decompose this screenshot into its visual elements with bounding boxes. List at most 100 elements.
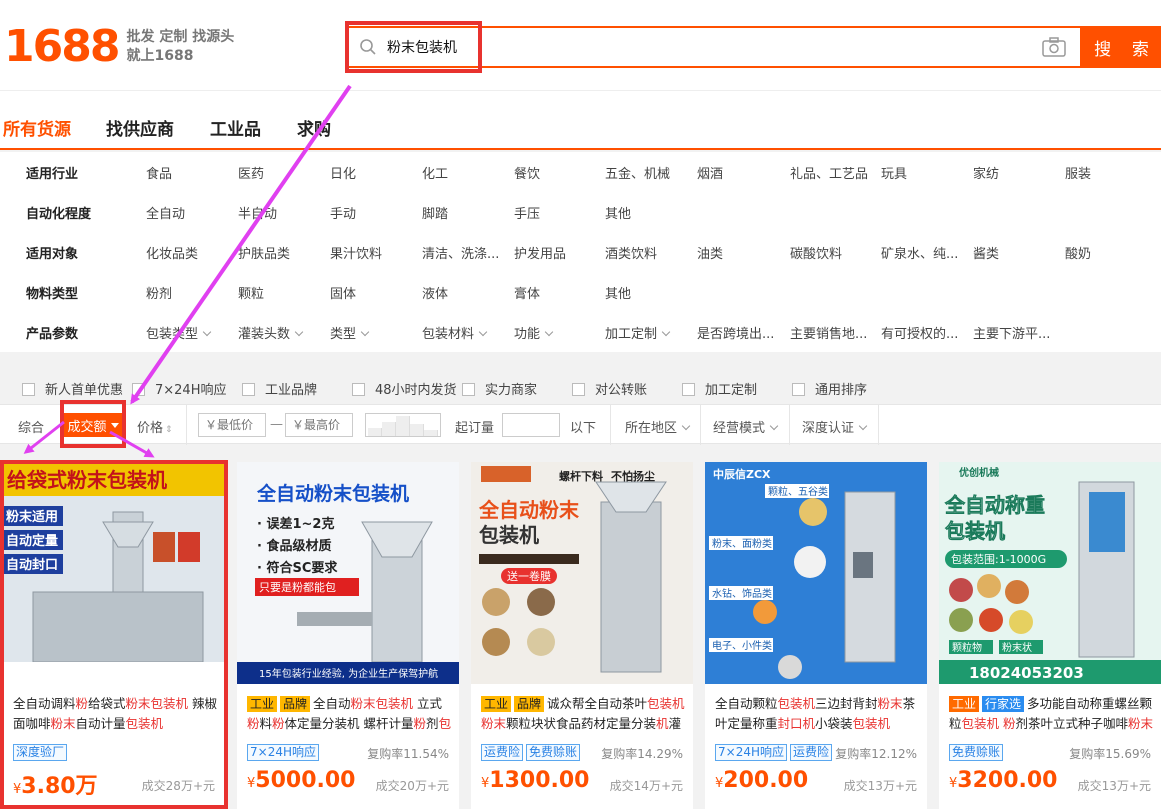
param-dropdown[interactable]: 类型 [330, 323, 370, 342]
filter-option[interactable]: 果汁饮料 [330, 243, 382, 262]
camera-icon[interactable] [1042, 37, 1066, 57]
filter-option[interactable]: 酱类 [973, 243, 999, 262]
filter-option[interactable]: 全自动 [146, 203, 185, 222]
checkbox-industrial-brand[interactable]: 工业品牌 [242, 379, 317, 398]
filter-option[interactable]: 其他 [605, 203, 631, 222]
filter-option[interactable]: 手压 [514, 203, 540, 222]
search-button[interactable]: 搜 索 [1080, 26, 1161, 68]
tab-purchase[interactable]: 求购 [297, 115, 331, 140]
checkbox-custom[interactable]: 加工定制 [682, 379, 757, 398]
filter-option[interactable]: 日化 [330, 163, 356, 182]
filter-option[interactable]: 护肤品类 [238, 243, 290, 262]
filter-option[interactable]: 医药 [238, 163, 264, 182]
title-fragment: 机 [656, 716, 669, 731]
checkbox-strong-merchant[interactable]: 实力商家 [462, 379, 537, 398]
product-title[interactable]: 全自动颗粒包装机三边封背封粉末茶叶定量称重封口机小袋装包装机 [715, 694, 920, 736]
title-fragment: 粉末 [481, 716, 507, 731]
param-dropdown[interactable]: 包装类型 [146, 323, 212, 342]
filter-option[interactable]: 粉剂 [146, 283, 172, 302]
filter-option[interactable]: 化工 [422, 163, 448, 182]
product-image[interactable]: 全自动粉末包装机 · 误差1~2克 · 食品级材质 · 符合SC要求 只要是粉都… [237, 462, 459, 684]
min-price-input[interactable] [198, 413, 266, 437]
param-label: 加工定制 [605, 327, 658, 342]
product-title[interactable]: 工业 品牌 全自动粉末包装机 立式粉料粉体定量分装机 螺杆计量粉剂包 [247, 694, 452, 736]
filter-option[interactable]: 化妆品类 [146, 243, 198, 262]
site-logo[interactable]: 1688 批发 定制 找源头 就上1688 [4, 22, 234, 72]
product-image[interactable]: 中辰信ZCX 颗粒、五谷类 粉末、面粉类 水钻、饰品类 电子、小件类 [705, 462, 927, 684]
filter-option[interactable]: 半自动 [238, 203, 277, 222]
title-fragment: 小袋装 [815, 716, 853, 731]
product-image[interactable]: 优创机械 全自动称重 包装机 包装范围:1-1000G 颗粒物 粉末状 1802… [939, 462, 1161, 684]
product-card[interactable]: 中辰信ZCX 颗粒、五谷类 粉末、面粉类 水钻、饰品类 电子、小件类 全自动颗粒… [705, 462, 927, 809]
filter-label: 适用行业 [26, 167, 79, 182]
checkbox-general-sort[interactable]: 通用排序 [792, 379, 867, 398]
price-distribution-histogram[interactable] [365, 413, 441, 437]
product-card[interactable]: 优创机械 全自动称重 包装机 包装范围:1-1000G 颗粒物 粉末状 1802… [939, 462, 1161, 809]
product-tag: 行家选 [982, 696, 1025, 712]
filter-option[interactable]: 食品 [146, 163, 172, 182]
chevron-down-icon [294, 327, 304, 337]
title-fragment: 封口机 [777, 716, 816, 731]
sort-bar: 综合 成交额 价格⇕ — 起订量 以下 所在地区 经营模式 深度认证 [0, 404, 1161, 445]
chevron-down-icon [202, 327, 212, 337]
filter-option[interactable]: 固体 [330, 283, 356, 302]
filter-option[interactable]: 油类 [697, 243, 723, 262]
param-label: 功能 [514, 327, 541, 342]
chevron-down-icon [681, 421, 691, 431]
checkbox-new-user[interactable]: 新人首单优惠 [22, 379, 123, 398]
filter-option[interactable]: 烟酒 [697, 163, 723, 182]
param-dropdown[interactable]: 灌装头数 [238, 323, 304, 342]
param-dropdown[interactable]: 主要下游平... [973, 323, 1050, 342]
filter-option[interactable]: 酒类饮料 [605, 243, 657, 262]
filter-option[interactable]: 碳酸饮料 [790, 243, 842, 262]
tab-find-suppliers[interactable]: 找供应商 [106, 115, 174, 140]
filter-option[interactable]: 颗粒 [238, 283, 264, 302]
image-headline: 全自动称重 [944, 493, 1045, 517]
filter-option[interactable]: 玩具 [881, 163, 907, 182]
checkbox-48h-ship[interactable]: 48小时内发货 [352, 379, 457, 398]
business-mode-dropdown[interactable]: 经营模式 [713, 417, 779, 436]
filter-option[interactable]: 礼品、工艺品 [790, 163, 868, 182]
filter-option[interactable]: 手动 [330, 203, 356, 222]
moq-input[interactable] [502, 413, 560, 437]
filter-option[interactable]: 矿泉水、纯... [881, 243, 958, 262]
filter-option[interactable]: 膏体 [514, 283, 540, 302]
param-dropdown[interactable]: 包装材料 [422, 323, 488, 342]
max-price-input[interactable] [285, 413, 353, 437]
product-title[interactable]: 工业 行家选 多功能自动称重螺丝颗粒包装机 粉剂茶叶立式种子咖啡粉末 [949, 694, 1154, 736]
location-dropdown[interactable]: 所在地区 [625, 417, 691, 436]
filter-option[interactable]: 家纺 [973, 163, 999, 182]
filter-label: 适用对象 [26, 247, 79, 262]
product-card[interactable]: 螺杆下料 不怕扬尘 全自动粉末 包装机 送一卷膜 工业 品牌 诚众帮全自动茶叶包装机… [471, 462, 693, 809]
product-tag: 工业 [481, 696, 512, 712]
param-dropdown[interactable]: 功能 [514, 323, 554, 342]
filter-option[interactable]: 护发用品 [514, 243, 566, 262]
sort-by-price[interactable]: 价格 ⇕ [137, 417, 173, 436]
product-image[interactable]: 螺杆下料 不怕扬尘 全自动粉末 包装机 送一卷膜 [471, 462, 693, 684]
checkbox-label: 通用排序 [815, 383, 868, 398]
filter-option[interactable]: 其他 [605, 283, 631, 302]
filter-option[interactable]: 液体 [422, 283, 448, 302]
param-dropdown[interactable]: 是否跨境出... [697, 323, 774, 342]
tab-industrial[interactable]: 工业品 [210, 115, 261, 140]
product-title[interactable]: 工业 品牌 诚众帮全自动茶叶包装机 粉末颗粒块状食品药材定量分装机灌 [481, 694, 686, 736]
param-dropdown[interactable]: 主要销售地... [790, 323, 867, 342]
filter-option[interactable]: 五金、机械 [605, 163, 670, 182]
sort-comprehensive[interactable]: 综合 [18, 417, 44, 436]
image-phone: 18024053203 [969, 664, 1084, 682]
checkbox-corporate-transfer[interactable]: 对公转账 [572, 379, 647, 398]
product-price: ¥3200.00 [949, 768, 1057, 793]
checkbox-24h[interactable]: 7×24H响应 [132, 379, 226, 398]
product-card[interactable]: 全自动粉末包装机 · 误差1~2克 · 食品级材质 · 符合SC要求 只要是粉都… [237, 462, 459, 809]
filter-option[interactable]: 餐饮 [514, 163, 540, 182]
certification-dropdown[interactable]: 深度认证 [802, 417, 868, 436]
filter-option[interactable]: 酸奶 [1065, 243, 1091, 262]
param-dropdown[interactable]: 有可授权的... [881, 323, 958, 342]
filter-row-automation: 自动化程度 全自动 半自动 手动 脚踏 手压 其他 [0, 192, 1161, 232]
service-badge: 免费赊账 [526, 744, 581, 761]
filter-option[interactable]: 清洁、洗涤... [422, 243, 499, 262]
tab-all-sources[interactable]: 所有货源 [3, 115, 71, 140]
param-dropdown[interactable]: 加工定制 [605, 323, 671, 342]
filter-option[interactable]: 服装 [1065, 163, 1091, 182]
filter-option[interactable]: 脚踏 [422, 203, 448, 222]
